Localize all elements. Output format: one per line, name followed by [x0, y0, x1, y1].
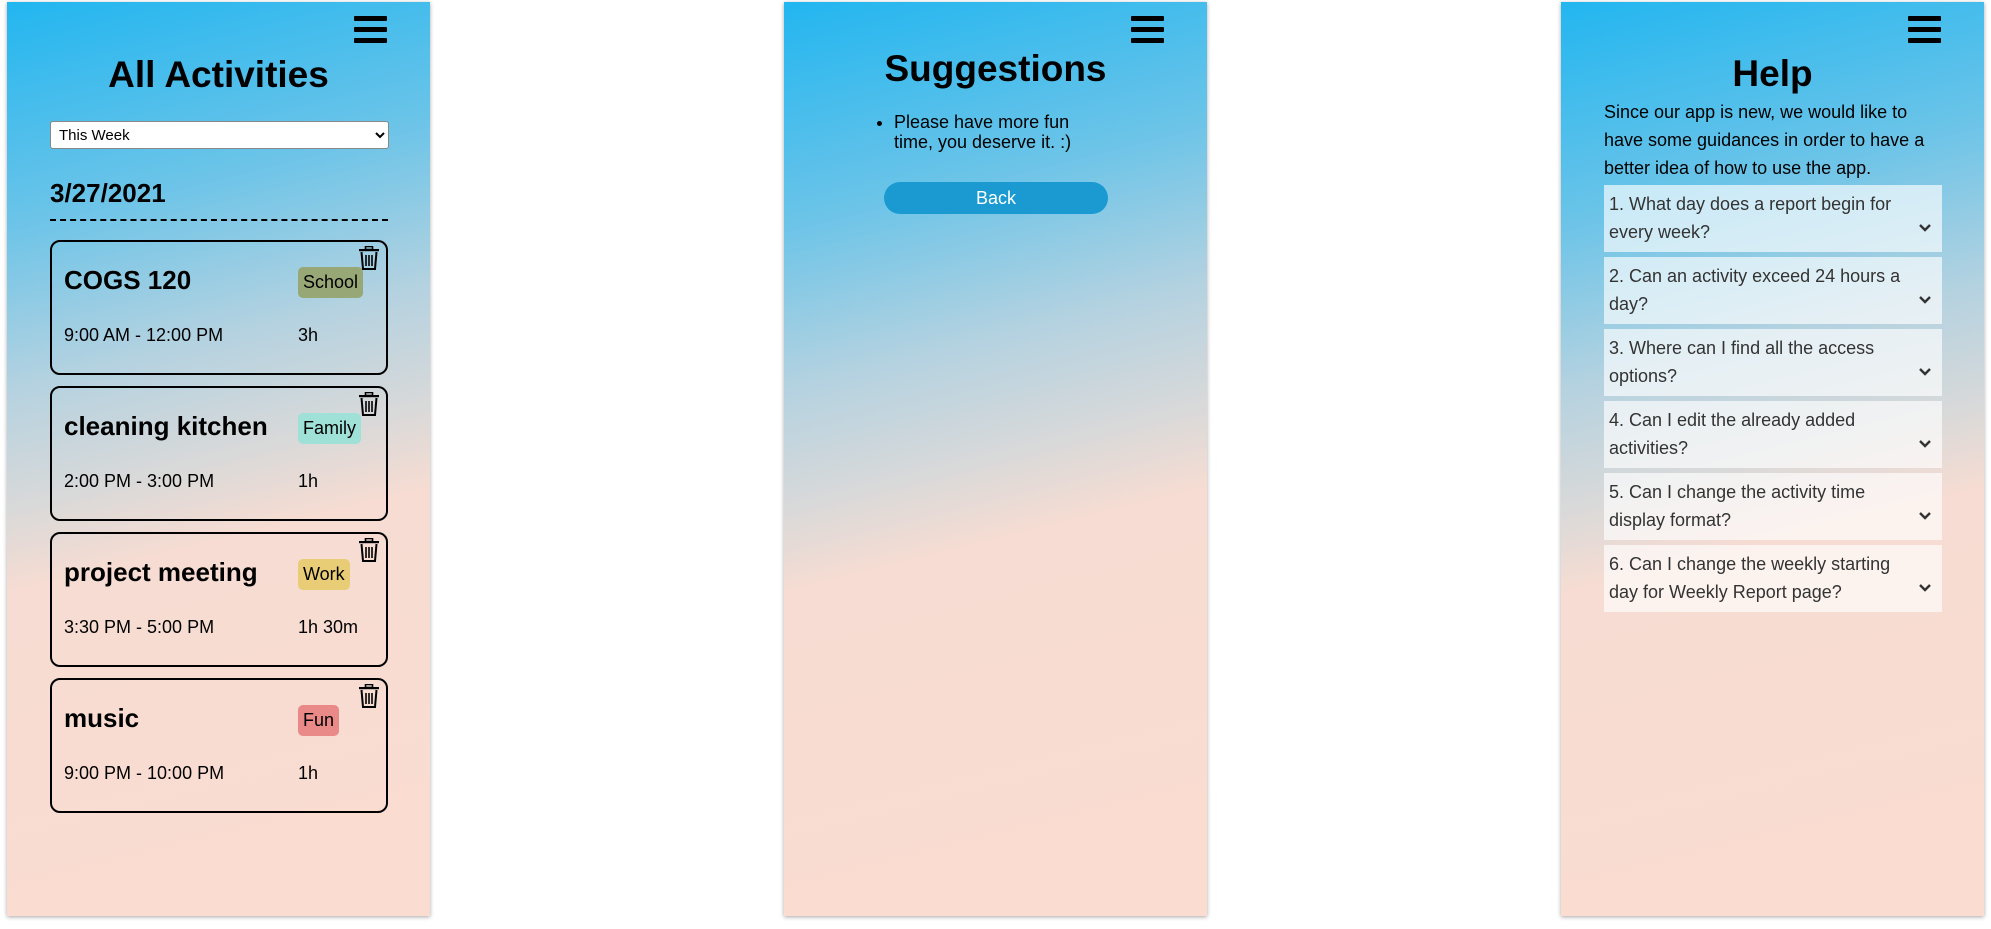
- hamburger-bar: [354, 38, 387, 43]
- activity-time-range: 3:30 PM - 5:00 PM: [64, 617, 215, 637]
- chevron-down-icon[interactable]: [1918, 439, 1932, 449]
- activity-time-range: 9:00 PM - 10:00 PM: [64, 763, 225, 783]
- date-heading: 3/27/2021: [50, 178, 166, 208]
- hamburger-menu-icon[interactable]: [354, 16, 387, 46]
- page-title: Suggestions: [884, 48, 1107, 89]
- date-divider: [50, 219, 388, 221]
- chevron-down-icon[interactable]: [1918, 511, 1932, 521]
- faq-question: 2. Can an activity exceed 24 hours a day…: [1609, 266, 1901, 314]
- faq-question: 6. Can I change the weekly starting day …: [1609, 554, 1891, 602]
- week-filter-select[interactable]: This Week: [50, 121, 389, 149]
- faq-item[interactable]: 2. Can an activity exceed 24 hours a day…: [1604, 257, 1942, 324]
- hamburger-bar: [354, 27, 387, 32]
- trash-icon[interactable]: [358, 684, 380, 708]
- hamburger-menu-icon[interactable]: [1908, 16, 1941, 46]
- page-title: All Activities: [108, 54, 329, 95]
- activity-duration: 1h: [298, 763, 319, 783]
- activity-duration: 1h: [298, 471, 319, 491]
- chevron-down-icon[interactable]: [1918, 223, 1932, 233]
- hamburger-bar: [1131, 27, 1164, 32]
- activity-name: music: [64, 703, 140, 733]
- activity-card[interactable]: project meeting Work 3:30 PM - 5:00 PM 1…: [50, 532, 388, 667]
- activity-card[interactable]: cleaning kitchen Family 2:00 PM - 3:00 P…: [50, 386, 388, 521]
- faq-item[interactable]: 3. Where can I find all the access optio…: [1604, 329, 1942, 396]
- activity-name: project meeting: [64, 557, 258, 587]
- back-button[interactable]: Back: [884, 182, 1108, 214]
- activity-duration: 1h 30m: [298, 617, 359, 637]
- hamburger-bar: [1131, 16, 1164, 21]
- activities-screen: All Activities This Week 3/27/2021 COGS …: [7, 2, 430, 916]
- activity-name: COGS 120: [64, 265, 192, 295]
- trash-icon[interactable]: [358, 246, 380, 270]
- trash-icon[interactable]: [358, 538, 380, 562]
- hamburger-bar: [354, 16, 387, 21]
- activity-duration: 3h: [298, 325, 319, 345]
- activity-card[interactable]: music Fun 9:00 PM - 10:00 PM 1h: [50, 678, 388, 813]
- faq-question: 5. Can I change the activity time displa…: [1609, 482, 1866, 530]
- hamburger-bar: [1908, 27, 1941, 32]
- trash-icon[interactable]: [358, 392, 380, 416]
- hamburger-menu-icon[interactable]: [1131, 16, 1164, 46]
- faq-item[interactable]: 1. What day does a report begin for ever…: [1604, 185, 1942, 252]
- help-intro-text: Since our app is new, we would like to h…: [1604, 102, 1925, 178]
- faq-item[interactable]: 5. Can I change the activity time displa…: [1604, 473, 1942, 540]
- chevron-down-icon[interactable]: [1918, 367, 1932, 377]
- hamburger-bar: [1131, 38, 1164, 43]
- category-badge: School: [298, 267, 364, 298]
- faq-item[interactable]: 4. Can I edit the already added activiti…: [1604, 401, 1942, 468]
- suggestion-list: Please have more fun time, you deserve i…: [894, 112, 1104, 152]
- activity-time-range: 2:00 PM - 3:00 PM: [64, 471, 215, 491]
- category-badge: Fun: [298, 705, 340, 736]
- faq-item[interactable]: 6. Can I change the weekly starting day …: [1604, 545, 1942, 612]
- hamburger-bar: [1908, 16, 1941, 21]
- activity-card[interactable]: COGS 120 School 9:00 AM - 12:00 PM 3h: [50, 240, 388, 375]
- chevron-down-icon[interactable]: [1918, 295, 1932, 305]
- activity-time-range: 9:00 AM - 12:00 PM: [64, 325, 224, 345]
- faq-question: 1. What day does a report begin for ever…: [1609, 194, 1892, 242]
- hamburger-bar: [1908, 38, 1941, 43]
- activity-name: cleaning kitchen: [64, 411, 268, 441]
- faq-question: 3. Where can I find all the access optio…: [1609, 338, 1875, 386]
- suggestions-screen: Suggestions Please have more fun time, y…: [784, 2, 1207, 916]
- suggestion-item: Please have more fun time, you deserve i…: [894, 112, 1104, 152]
- help-screen: Help Since our app is new, we would like…: [1561, 2, 1984, 916]
- category-badge: Work: [298, 559, 350, 590]
- page-title: Help: [1732, 53, 1813, 94]
- category-badge: Family: [298, 413, 361, 444]
- faq-question: 4. Can I edit the already added activiti…: [1609, 410, 1856, 458]
- chevron-down-icon[interactable]: [1918, 583, 1932, 593]
